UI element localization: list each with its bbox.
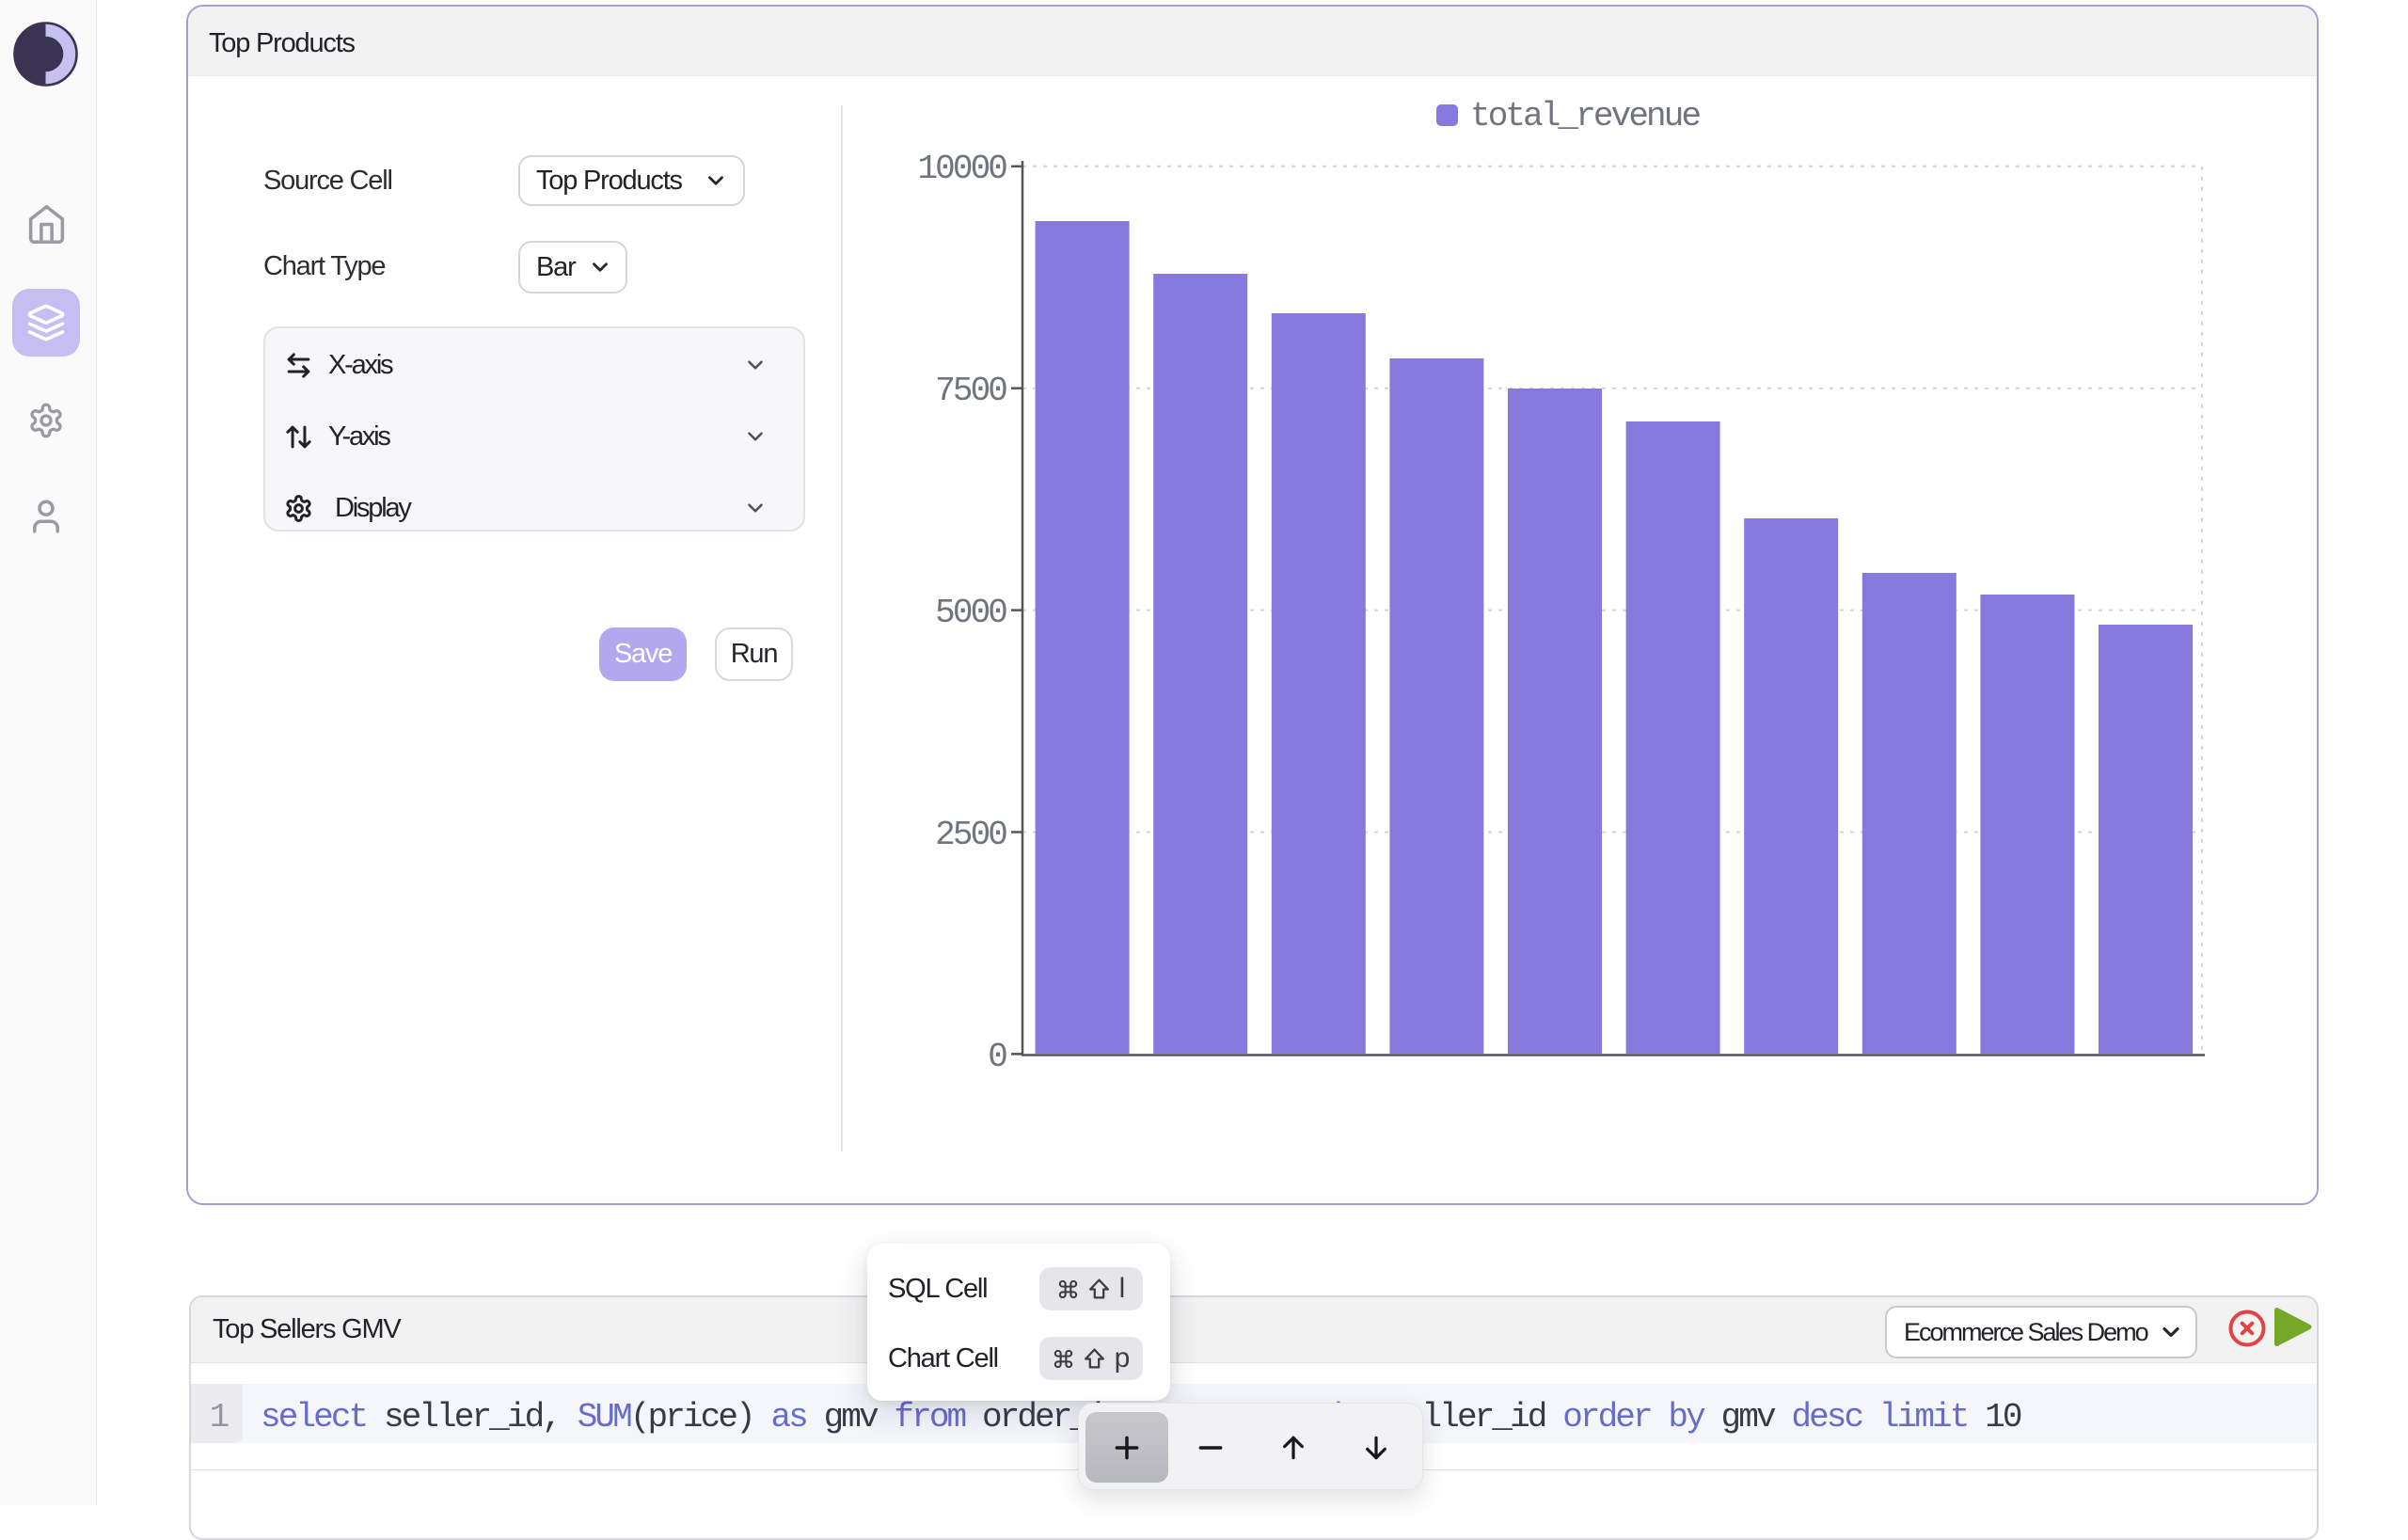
svg-text:5000: 5000	[935, 594, 1006, 632]
svg-text:2500: 2500	[935, 816, 1006, 854]
svg-text:10000: 10000	[917, 150, 1006, 188]
svg-text:total_revenue: total_revenue	[1470, 97, 1700, 135]
svg-text:7500: 7500	[935, 372, 1006, 410]
svg-text:0: 0	[988, 1038, 1006, 1076]
